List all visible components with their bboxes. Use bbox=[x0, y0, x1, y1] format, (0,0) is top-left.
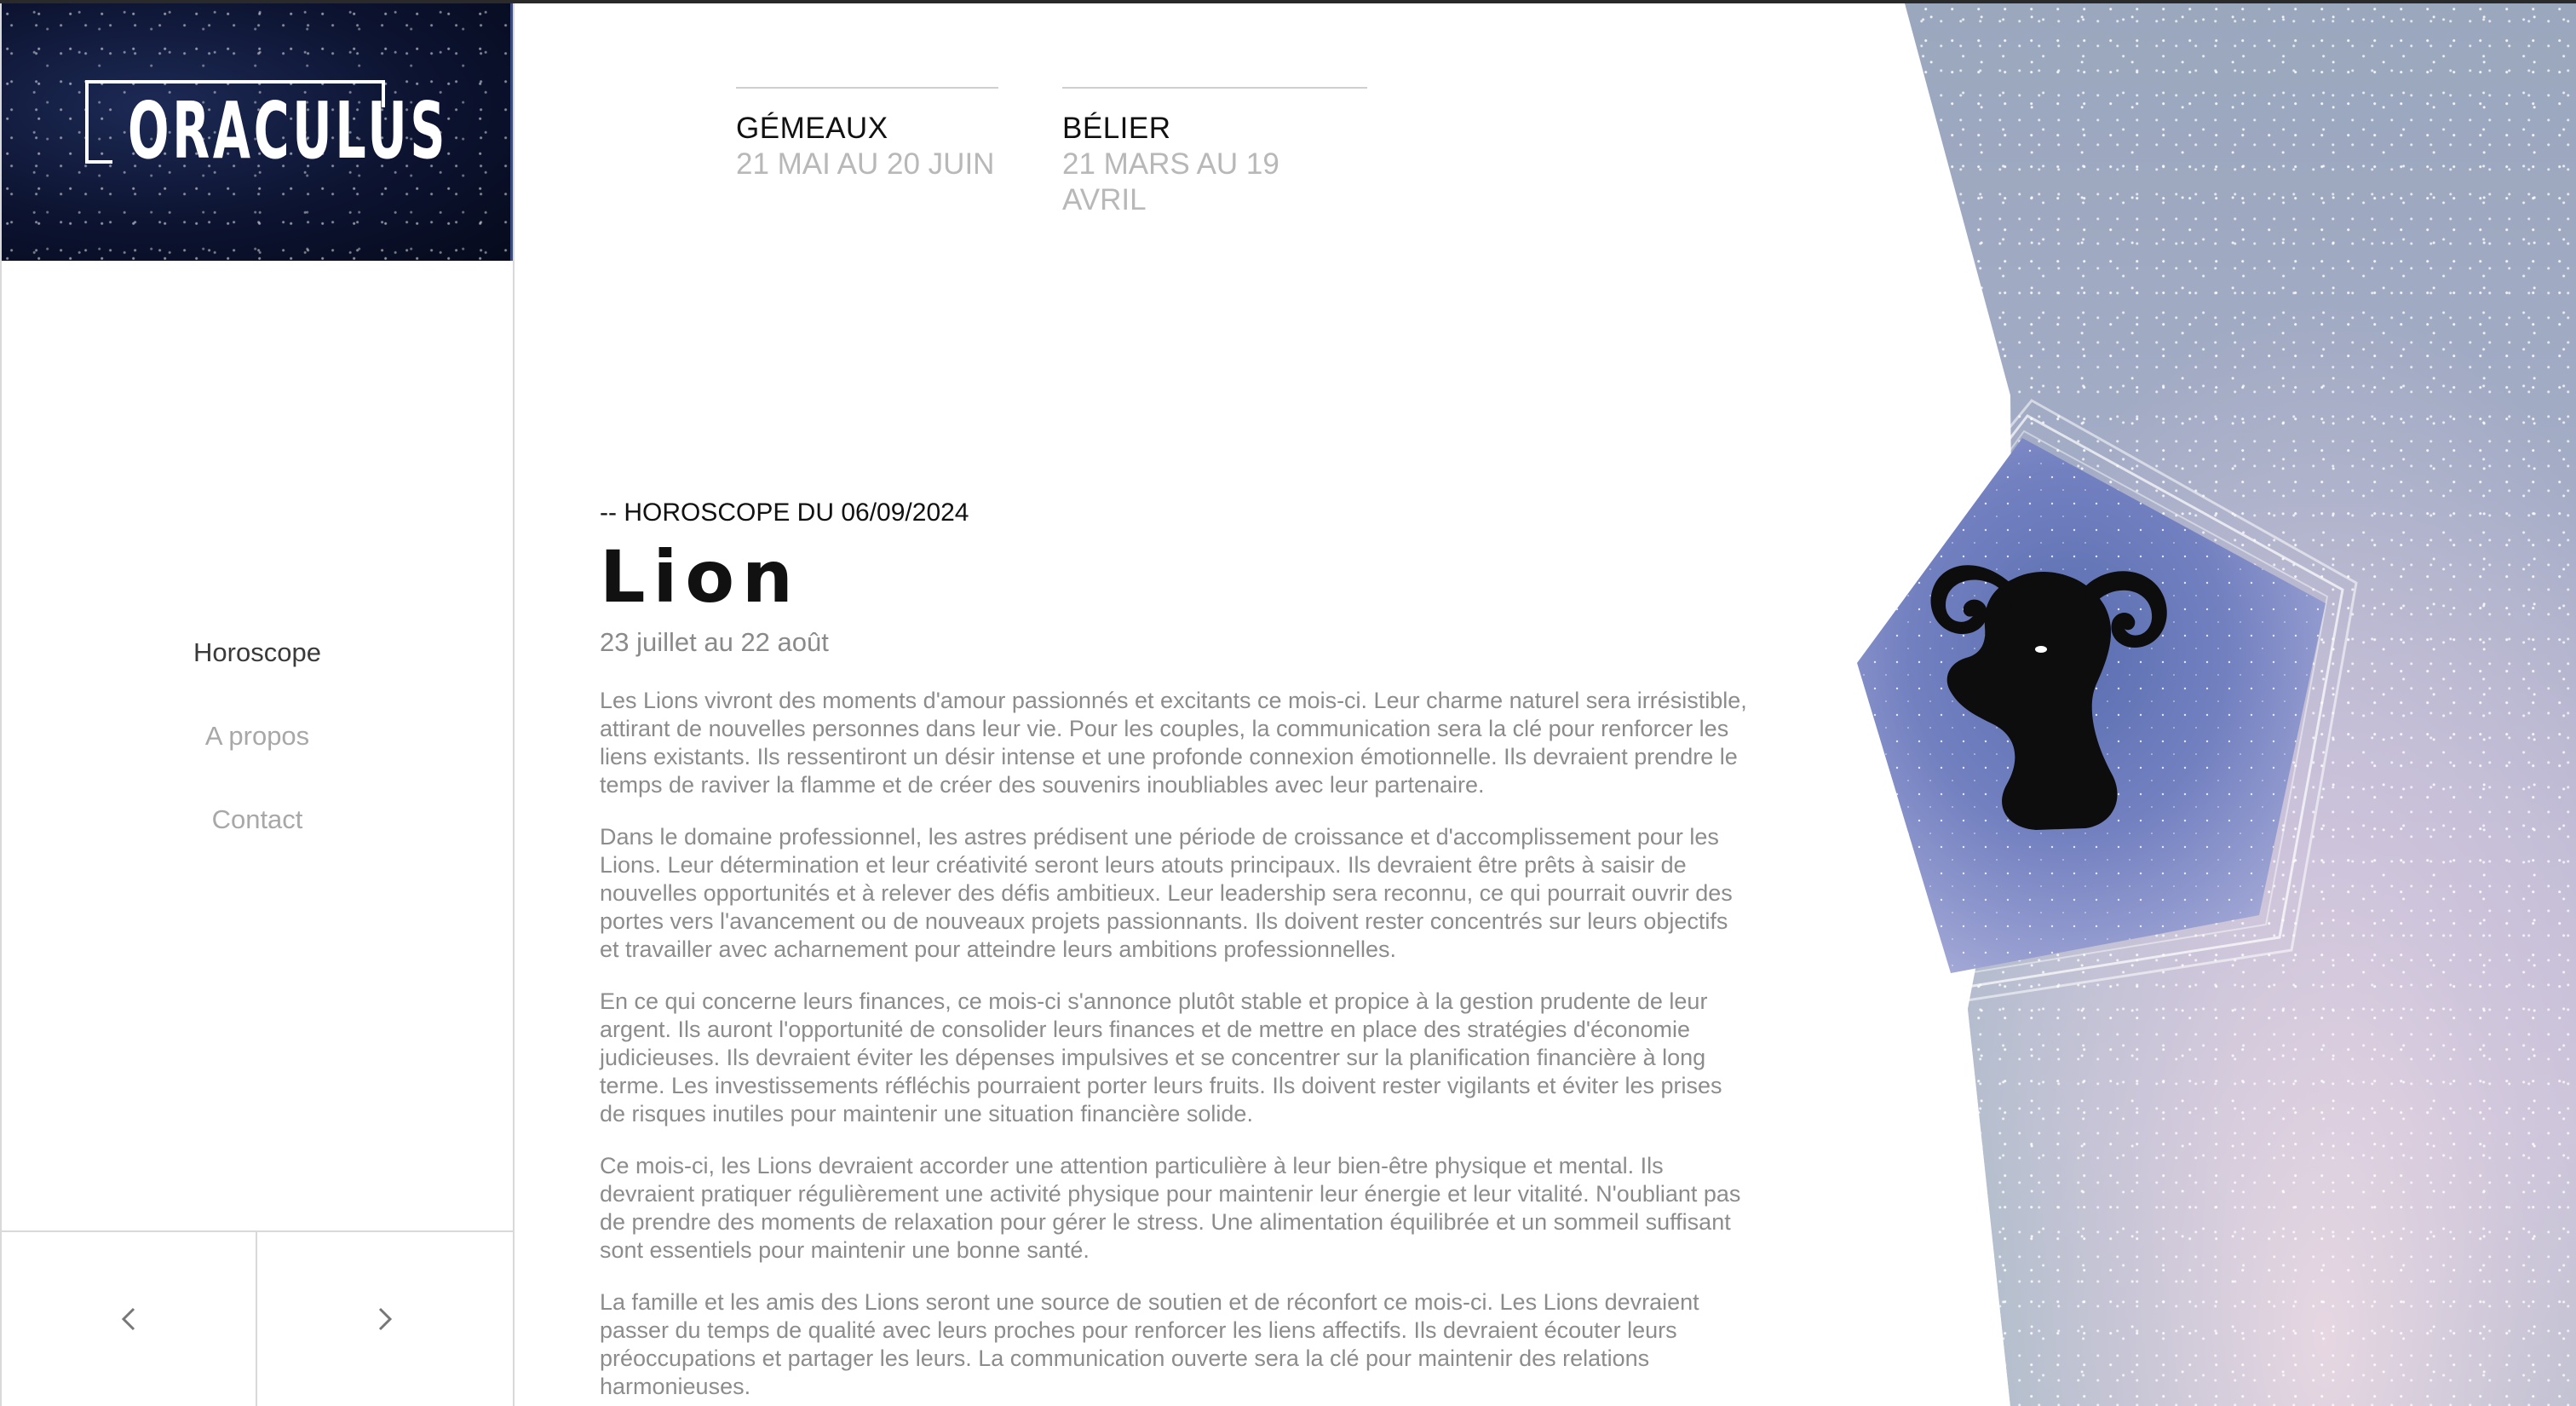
horoscope-date-kicker: -- HOROSCOPE DU 06/09/2024 bbox=[600, 498, 969, 527]
logo[interactable]: ORACULUS bbox=[2, 3, 513, 261]
paragraph-finances: En ce qui concerne leurs finances, ce mo… bbox=[600, 988, 1722, 1127]
pager bbox=[2, 1230, 513, 1406]
nav-item-horoscope[interactable]: Horoscope bbox=[2, 625, 513, 709]
paragraph-family: La famille et les amis des Lions seront … bbox=[600, 1289, 1699, 1399]
zodiac-emblem bbox=[1820, 399, 2358, 1007]
nav-item-contact[interactable]: Contact bbox=[2, 792, 513, 876]
sign-dates: 21 MARS AU 19 AVRIL bbox=[1062, 147, 1279, 216]
sign-name: GÉMEAUX bbox=[736, 112, 888, 145]
next-button[interactable] bbox=[257, 1232, 513, 1406]
sign-dates: 21 MAI AU 20 JUIN bbox=[736, 147, 995, 181]
chevron-right-icon bbox=[378, 1307, 393, 1331]
sign-name: BÉLIER bbox=[1062, 112, 1171, 145]
sidebar: ORACULUS Horoscope A propos Contact bbox=[0, 3, 515, 1406]
paragraph-love: Les Lions vivront des moments d'amour pa… bbox=[600, 688, 1747, 798]
main-nav: Horoscope A propos Contact bbox=[2, 625, 513, 876]
sign-date-range: 23 juillet au 22 août bbox=[600, 627, 829, 657]
paragraph-health: Ce mois-ci, les Lions devraient accorder… bbox=[600, 1153, 1741, 1263]
sign-tab-gemeaux[interactable]: GÉMEAUX 21 MAI AU 20 JUIN bbox=[736, 87, 998, 182]
nav-item-a-propos[interactable]: A propos bbox=[2, 709, 513, 792]
chevron-left-icon bbox=[121, 1307, 135, 1331]
page-title: Lion bbox=[600, 535, 801, 619]
previous-button[interactable] bbox=[2, 1232, 257, 1406]
paragraph-work: Dans le domaine professionnel, les astre… bbox=[600, 824, 1733, 962]
horoscope-article: -- HOROSCOPE DU 06/09/2024 Lion 23 juill… bbox=[600, 496, 1750, 1401]
logo-text: ORACULUS bbox=[128, 85, 449, 176]
sign-tab-belier[interactable]: BÉLIER 21 MARS AU 19 AVRIL bbox=[1062, 87, 1367, 218]
